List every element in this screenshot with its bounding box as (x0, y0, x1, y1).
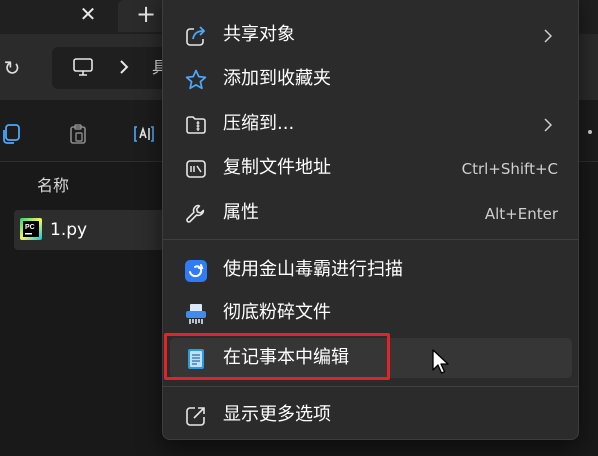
submenu-chevron-icon (544, 29, 552, 43)
menu-item-label: 添加到收藏夹 (223, 68, 331, 89)
menu-item-antivirus-scan[interactable]: 使用金山毒霸进行扫描 (170, 250, 572, 290)
pycharm-icon: PC (20, 218, 42, 240)
menu-item-label: 复制文件地址 (223, 157, 331, 178)
zip-folder-icon (186, 116, 206, 134)
wrench-icon (186, 204, 205, 223)
shredder-icon (186, 304, 206, 324)
menu-item-compress-to[interactable]: 压缩到... (170, 104, 572, 144)
file-name[interactable]: 1.py (50, 219, 87, 241)
menu-item-label: 使用金山毒霸进行扫描 (223, 259, 403, 280)
menu-item-share[interactable]: 共享对象 (170, 15, 572, 55)
breadcrumb-chevron-icon[interactable] (118, 58, 130, 76)
paste-icon[interactable] (66, 122, 90, 146)
show-more-icon (186, 407, 205, 426)
share-icon (186, 26, 206, 46)
menu-item-copy-path[interactable]: 复制文件地址 Ctrl+Shift+C (170, 148, 572, 188)
antivirus-icon (185, 260, 207, 282)
menu-item-label: 属性 (223, 202, 259, 223)
tab-close-button[interactable]: ✕ (74, 2, 102, 26)
more-options-dot[interactable] (588, 130, 592, 134)
svg-text:PC: PC (25, 224, 35, 231)
menu-item-add-favorites[interactable]: 添加到收藏夹 (170, 59, 572, 99)
menu-item-shortcut: Ctrl+Shift+C (461, 160, 558, 178)
column-header-name[interactable]: 名称 (37, 176, 69, 196)
menu-item-shred-file[interactable]: 彻底粉碎文件 (170, 293, 572, 333)
screen: ✕ + ↻ 具 名称 PC 1.py 共享对象 添加到收藏夹 压缩到... 复制… (0, 0, 598, 456)
menu-item-label: 压缩到... (223, 113, 295, 134)
menu-item-label: 显示更多选项 (223, 404, 331, 425)
menu-item-properties[interactable]: 属性 Alt+Enter (170, 193, 572, 233)
annotation-highlight-box (164, 333, 390, 380)
submenu-chevron-icon (544, 118, 552, 132)
copy-icon[interactable] (0, 122, 24, 146)
refresh-button[interactable]: ↻ (0, 57, 24, 81)
menu-item-show-more-options[interactable]: 显示更多选项 (170, 395, 572, 435)
menu-separator (162, 239, 579, 240)
menu-item-label: 彻底粉碎文件 (223, 302, 331, 323)
menu-item-shortcut: Alt+Enter (484, 205, 558, 223)
computer-icon (73, 58, 93, 76)
mouse-cursor-icon (432, 349, 449, 374)
rename-icon[interactable] (132, 122, 156, 146)
menu-separator (162, 386, 579, 387)
menu-item-label: 共享对象 (223, 24, 295, 45)
star-icon (185, 69, 207, 90)
copy-path-icon (186, 160, 206, 178)
